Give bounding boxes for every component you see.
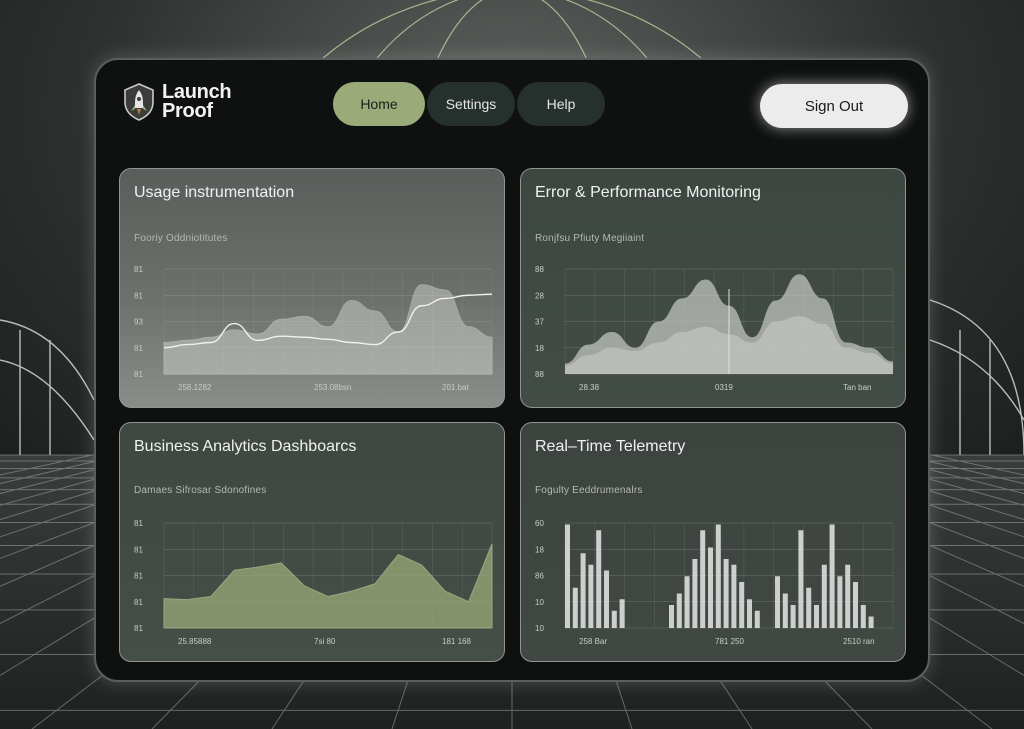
x-tick-label: 25.85888 [178, 637, 212, 646]
telemetry-bar [829, 524, 835, 628]
app-window: Launch Proof Home Settings Help Sign Out… [94, 58, 930, 682]
telemetry-bar [572, 587, 578, 628]
x-tick-label: 7si 80 [314, 637, 336, 646]
telemetry-bar [806, 587, 812, 628]
y-tick-label: 81 [134, 291, 143, 300]
analytics-chart: 81 81 81 81 81 25.85888 7si 80 181 168 [134, 519, 493, 646]
y-tick-label: 28 [535, 291, 544, 300]
telemetry-bar [604, 570, 609, 628]
telemetry-bar [747, 599, 752, 628]
telemetry-bar [775, 576, 780, 628]
x-tick-label: 258.1282 [178, 383, 212, 392]
y-tick-label: 88 [535, 265, 544, 274]
y-tick-label: 10 [535, 624, 544, 633]
series-area-0 [163, 543, 493, 629]
telemetry-bar [821, 564, 827, 628]
sign-out-button[interactable]: Sign Out [760, 84, 908, 128]
brand-name-line2: Proof [162, 100, 213, 122]
telemetry-bar [619, 599, 625, 628]
telemetry-bar [782, 593, 788, 628]
card-real-time-telemetry[interactable]: Real–Time Telemetry Fogulty Eeddrumenalr… [520, 422, 906, 662]
main-nav: Home Settings Help [333, 82, 607, 126]
x-tick-label: 2510 ran [843, 637, 875, 646]
telemetry-bar [684, 576, 690, 628]
usage-chart: 81 81 93 81 81 258.1282 253.08bsn 201.bat [134, 265, 493, 392]
x-tick-label: 253.08bsn [314, 383, 351, 392]
y-tick-label: 37 [535, 318, 544, 327]
rocket-shield-icon [124, 83, 154, 121]
telemetry-bar [580, 553, 586, 628]
telemetry-bar [731, 564, 737, 628]
telemetry-bar [700, 530, 706, 628]
y-tick-label: 86 [535, 572, 544, 581]
y-tick-label: 18 [535, 545, 544, 554]
card-error-performance[interactable]: Error & Performance Monitoring Ronjfsu P… [520, 168, 906, 408]
card-business-analytics[interactable]: Business Analytics Dashboarcs Damaes Sif… [119, 422, 505, 662]
y-tick-label: 81 [134, 265, 143, 274]
card-usage-instrumentation[interactable]: Usage instrumentation Fooriy Oddniotitut… [119, 168, 505, 408]
y-tick-label: 10 [535, 598, 544, 607]
x-tick-label: Tan ban [843, 383, 871, 392]
y-tick-label: 93 [134, 318, 143, 327]
telemetry-bar [715, 524, 721, 628]
telemetry-bar [596, 530, 602, 628]
telemetry-bar [588, 564, 594, 628]
telemetry-bar [676, 593, 682, 628]
telemetry-bar [669, 605, 674, 628]
x-tick-label: 201.bat [442, 383, 469, 392]
telemetry-bar [798, 530, 804, 628]
telemetry-bar [739, 582, 745, 628]
telemetry-bar [708, 547, 713, 628]
telemetry-bar [754, 610, 760, 628]
telemetry-bar [565, 524, 570, 628]
brand-name: Launch Proof [162, 82, 232, 122]
y-tick-label: 18 [535, 344, 544, 353]
performance-chart: 88 28 37 18 88 28.38 0319 Tan ban [535, 265, 894, 392]
nav-help-button[interactable]: Help [517, 82, 605, 126]
x-tick-label: 258 Bar [579, 637, 607, 646]
x-tick-label: 0319 [715, 383, 733, 392]
y-tick-label: 81 [134, 519, 143, 528]
y-tick-label: 81 [134, 344, 143, 353]
telemetry-chart: 60 18 86 10 10 258 Bar 781 250 2510 ran [535, 519, 894, 646]
app-scene: Launch Proof Home Settings Help Sign Out… [0, 0, 1024, 729]
y-tick-label: 81 [134, 572, 143, 581]
nav-settings-button[interactable]: Settings [427, 82, 515, 126]
telemetry-bar [837, 576, 843, 628]
telemetry-bar [868, 616, 874, 628]
y-tick-label: 81 [134, 545, 143, 554]
y-tick-label: 88 [535, 370, 544, 379]
telemetry-bar [853, 582, 858, 628]
brand-logo[interactable]: Launch Proof [122, 82, 232, 122]
telemetry-bar [860, 605, 866, 628]
nav-home-button[interactable]: Home [333, 82, 425, 126]
telemetry-bar [790, 605, 796, 628]
x-tick-label: 181 168 [442, 637, 471, 646]
x-tick-label: 28.38 [579, 383, 600, 392]
y-tick-label: 60 [535, 519, 544, 528]
y-tick-label: 81 [134, 624, 143, 633]
telemetry-bar [611, 610, 617, 628]
x-tick-label: 781 250 [715, 637, 744, 646]
telemetry-bar [723, 559, 729, 628]
y-tick-label: 81 [134, 370, 143, 379]
telemetry-bar [845, 564, 851, 628]
telemetry-bar [814, 605, 819, 628]
y-tick-label: 81 [134, 598, 143, 607]
telemetry-bar [692, 559, 698, 628]
